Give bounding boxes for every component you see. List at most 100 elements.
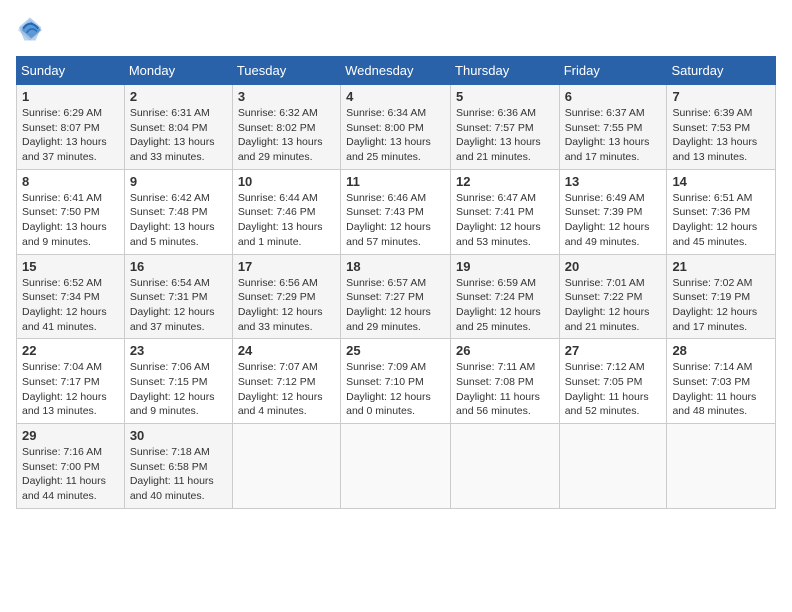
header-wednesday: Wednesday [341, 57, 451, 85]
calendar-cell: 7Sunrise: 6:39 AMSunset: 7:53 PMDaylight… [667, 85, 776, 170]
calendar-cell: 30 Sunrise: 7:18 AMSunset: 6:58 PMDayligh… [124, 424, 232, 509]
calendar-cell: 5 Sunrise: 6:36 AMSunset: 7:57 PMDaylight… [451, 85, 560, 170]
calendar-cell: 4 Sunrise: 6:34 AMSunset: 8:00 PMDaylight… [341, 85, 451, 170]
day-number: 7 [672, 89, 770, 104]
day-info: Sunrise: 7:12 AMSunset: 7:05 PMDaylight:… [565, 360, 662, 419]
header-sunday: Sunday [17, 57, 125, 85]
day-number: 23 [130, 343, 227, 358]
calendar-cell: 9 Sunrise: 6:42 AMSunset: 7:48 PMDaylight… [124, 169, 232, 254]
header-tuesday: Tuesday [232, 57, 340, 85]
week-row-2: 8 Sunrise: 6:41 AMSunset: 7:50 PMDaylight… [17, 169, 776, 254]
day-number: 17 [238, 259, 335, 274]
calendar-cell: 3 Sunrise: 6:32 AMSunset: 8:02 PMDaylight… [232, 85, 340, 170]
day-info: Sunrise: 6:41 AMSunset: 7:50 PMDaylight:… [22, 191, 119, 250]
day-info: Sunrise: 6:47 AMSunset: 7:41 PMDaylight:… [456, 191, 554, 250]
day-info: Sunrise: 7:06 AMSunset: 7:15 PMDaylight:… [130, 360, 227, 419]
calendar-cell: 11 Sunrise: 6:46 AMSunset: 7:43 PMDayligh… [341, 169, 451, 254]
day-info: Sunrise: 6:52 AMSunset: 7:34 PMDaylight:… [22, 276, 119, 335]
day-info: Sunrise: 7:18 AMSunset: 6:58 PMDaylight:… [130, 445, 227, 504]
page-header [16, 16, 776, 44]
calendar-cell: 19 Sunrise: 6:59 AMSunset: 7:24 PMDayligh… [451, 254, 560, 339]
calendar-cell: 2Sunrise: 6:31 AMSunset: 8:04 PMDaylight… [124, 85, 232, 170]
calendar-cell: 24 Sunrise: 7:07 AMSunset: 7:12 PMDayligh… [232, 339, 340, 424]
header-row: SundayMondayTuesdayWednesdayThursdayFrid… [17, 57, 776, 85]
day-info: Sunrise: 7:01 AMSunset: 7:22 PMDaylight:… [565, 276, 662, 335]
calendar-cell: 14 Sunrise: 6:51 AMSunset: 7:36 PMDayligh… [667, 169, 776, 254]
day-number: 27 [565, 343, 662, 358]
calendar-cell: 1 Sunrise: 6:29 AMSunset: 8:07 PMDaylight… [17, 85, 125, 170]
day-number: 18 [346, 259, 445, 274]
day-info: Sunrise: 6:44 AMSunset: 7:46 PMDaylight:… [238, 191, 335, 250]
calendar-cell [559, 424, 667, 509]
day-info: Sunrise: 6:46 AMSunset: 7:43 PMDaylight:… [346, 191, 445, 250]
day-info: Sunrise: 6:34 AMSunset: 8:00 PMDaylight:… [346, 106, 445, 165]
calendar-header: SundayMondayTuesdayWednesdayThursdayFrid… [17, 57, 776, 85]
header-thursday: Thursday [451, 57, 560, 85]
day-number: 25 [346, 343, 445, 358]
day-number: 12 [456, 174, 554, 189]
day-info: Sunrise: 7:09 AMSunset: 7:10 PMDaylight:… [346, 360, 445, 419]
logo [16, 16, 48, 44]
calendar-cell: 13 Sunrise: 6:49 AMSunset: 7:39 PMDayligh… [559, 169, 667, 254]
week-row-1: 1 Sunrise: 6:29 AMSunset: 8:07 PMDaylight… [17, 85, 776, 170]
calendar-table: SundayMondayTuesdayWednesdayThursdayFrid… [16, 56, 776, 509]
day-number: 13 [565, 174, 662, 189]
day-number: 21 [672, 259, 770, 274]
day-info: Sunrise: 7:11 AMSunset: 7:08 PMDaylight:… [456, 360, 554, 419]
day-number: 24 [238, 343, 335, 358]
header-friday: Friday [559, 57, 667, 85]
day-number: 26 [456, 343, 554, 358]
day-number: 1 [22, 89, 119, 104]
calendar-cell: 6Sunrise: 6:37 AMSunset: 7:55 PMDaylight… [559, 85, 667, 170]
header-monday: Monday [124, 57, 232, 85]
day-info: Sunrise: 6:54 AMSunset: 7:31 PMDaylight:… [130, 276, 227, 335]
day-info: Sunrise: 7:04 AMSunset: 7:17 PMDaylight:… [22, 360, 119, 419]
calendar-cell: 28 Sunrise: 7:14 AMSunset: 7:03 PMDayligh… [667, 339, 776, 424]
day-number: 30 [130, 428, 227, 443]
calendar-body: 1 Sunrise: 6:29 AMSunset: 8:07 PMDaylight… [17, 85, 776, 509]
day-number: 29 [22, 428, 119, 443]
calendar-cell: 12 Sunrise: 6:47 AMSunset: 7:41 PMDayligh… [451, 169, 560, 254]
day-number: 22 [22, 343, 119, 358]
calendar-cell: 20 Sunrise: 7:01 AMSunset: 7:22 PMDayligh… [559, 254, 667, 339]
day-info: Sunrise: 6:59 AMSunset: 7:24 PMDaylight:… [456, 276, 554, 335]
day-info: Sunrise: 6:51 AMSunset: 7:36 PMDaylight:… [672, 191, 770, 250]
day-info: Sunrise: 6:42 AMSunset: 7:48 PMDaylight:… [130, 191, 227, 250]
day-number: 4 [346, 89, 445, 104]
day-info: Sunrise: 6:32 AMSunset: 8:02 PMDaylight:… [238, 106, 335, 165]
day-info: Sunrise: 6:37 AMSunset: 7:55 PMDaylight:… [565, 106, 662, 165]
day-number: 3 [238, 89, 335, 104]
day-info: Sunrise: 6:36 AMSunset: 7:57 PMDaylight:… [456, 106, 554, 165]
day-number: 14 [672, 174, 770, 189]
day-number: 10 [238, 174, 335, 189]
day-number: 11 [346, 174, 445, 189]
day-number: 19 [456, 259, 554, 274]
day-number: 9 [130, 174, 227, 189]
day-info: Sunrise: 7:14 AMSunset: 7:03 PMDaylight:… [672, 360, 770, 419]
calendar-cell: 8 Sunrise: 6:41 AMSunset: 7:50 PMDaylight… [17, 169, 125, 254]
day-info: Sunrise: 7:07 AMSunset: 7:12 PMDaylight:… [238, 360, 335, 419]
day-number: 20 [565, 259, 662, 274]
calendar-cell: 17 Sunrise: 6:56 AMSunset: 7:29 PMDayligh… [232, 254, 340, 339]
calendar-cell: 15 Sunrise: 6:52 AMSunset: 7:34 PMDayligh… [17, 254, 125, 339]
calendar-cell: 29 Sunrise: 7:16 AMSunset: 7:00 PMDayligh… [17, 424, 125, 509]
day-number: 15 [22, 259, 119, 274]
calendar-cell: 22 Sunrise: 7:04 AMSunset: 7:17 PMDayligh… [17, 339, 125, 424]
calendar-cell: 25 Sunrise: 7:09 AMSunset: 7:10 PMDayligh… [341, 339, 451, 424]
day-number: 28 [672, 343, 770, 358]
day-number: 8 [22, 174, 119, 189]
calendar-cell: 10 Sunrise: 6:44 AMSunset: 7:46 PMDayligh… [232, 169, 340, 254]
calendar-cell: 27 Sunrise: 7:12 AMSunset: 7:05 PMDayligh… [559, 339, 667, 424]
day-number: 5 [456, 89, 554, 104]
day-info: Sunrise: 6:56 AMSunset: 7:29 PMDaylight:… [238, 276, 335, 335]
calendar-cell [667, 424, 776, 509]
day-info: Sunrise: 7:16 AMSunset: 7:00 PMDaylight:… [22, 445, 119, 504]
calendar-cell [232, 424, 340, 509]
day-number: 16 [130, 259, 227, 274]
day-info: Sunrise: 6:49 AMSunset: 7:39 PMDaylight:… [565, 191, 662, 250]
calendar-cell: 23 Sunrise: 7:06 AMSunset: 7:15 PMDayligh… [124, 339, 232, 424]
calendar-cell: 21Sunrise: 7:02 AMSunset: 7:19 PMDayligh… [667, 254, 776, 339]
day-info: Sunrise: 6:29 AMSunset: 8:07 PMDaylight:… [22, 106, 119, 165]
week-row-4: 22 Sunrise: 7:04 AMSunset: 7:17 PMDayligh… [17, 339, 776, 424]
day-number: 2 [130, 89, 227, 104]
